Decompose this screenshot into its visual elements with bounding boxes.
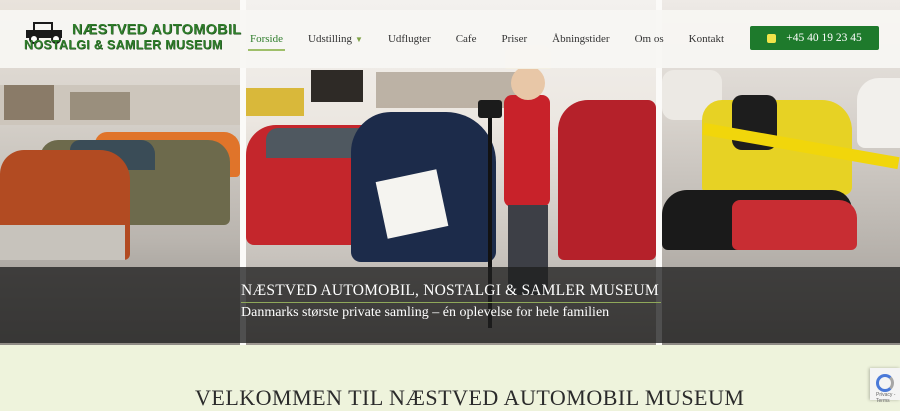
nav-item-udflugter[interactable]: Udflugter <box>388 33 431 45</box>
nav-item-udstilling-label: Udstilling <box>308 33 353 45</box>
nav-item-om-os[interactable]: Om os <box>635 33 664 45</box>
main-nav: Forside Udstilling ▼ Udflugter Cafe Prise… <box>248 10 749 68</box>
nav-item-kontakt[interactable]: Kontakt <box>689 33 724 45</box>
nav-item-priser[interactable]: Priser <box>501 33 527 45</box>
banner-divider <box>241 302 661 303</box>
site-header: NÆSTVED AUTOMOBIL NOSTALGI & SAMLER MUSE… <box>0 10 900 68</box>
logo-text-line2: NOSTALGI & SAMLER MUSEUM <box>24 38 223 52</box>
hero-subtitle: Danmarks største private samling – én op… <box>241 305 610 320</box>
welcome-heading: VELKOMMEN TIL NÆSTVED AUTOMOBIL MUSEUM <box>195 385 745 410</box>
museum-logo[interactable]: NÆSTVED AUTOMOBIL NOSTALGI & SAMLER MUSE… <box>24 20 241 58</box>
hero-title: NÆSTVED AUTOMOBIL, NOSTALGI & SAMLER MUS… <box>241 282 659 299</box>
logo-text-line1: NÆSTVED AUTOMOBIL <box>72 22 242 38</box>
nav-item-udstilling[interactable]: Udstilling ▼ <box>308 33 363 45</box>
phone-icon <box>767 33 777 43</box>
recaptcha-links[interactable]: Privacy - Terms <box>876 392 900 404</box>
phone-number: +45 40 19 23 45 <box>786 32 862 44</box>
phone-button[interactable]: +45 40 19 23 45 <box>750 26 879 50</box>
recaptcha-icon <box>876 374 894 392</box>
nav-item-abningstider[interactable]: Åbningstider <box>552 33 609 45</box>
welcome-section: VELKOMMEN TIL NÆSTVED AUTOMOBIL MUSEUM <box>0 345 900 410</box>
chevron-down-icon: ▼ <box>355 35 363 44</box>
nav-item-forside[interactable]: Forside <box>248 33 285 51</box>
nav-item-cafe[interactable]: Cafe <box>456 33 477 45</box>
hero-banner: NÆSTVED AUTOMOBIL, NOSTALGI & SAMLER MUS… <box>0 267 900 343</box>
recaptcha-badge[interactable]: Privacy - Terms <box>870 368 900 404</box>
